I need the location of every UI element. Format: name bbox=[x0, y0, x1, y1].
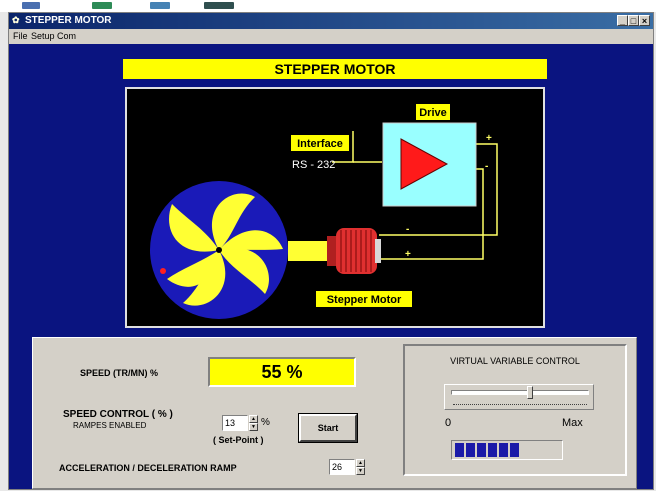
setpoint-down-button[interactable]: ▼ bbox=[249, 423, 258, 431]
setpoint-input[interactable]: 13 bbox=[222, 415, 248, 431]
maximize-button[interactable]: □ bbox=[628, 15, 639, 26]
motor-label: Stepper Motor bbox=[327, 294, 402, 306]
motor-diagram-svg: Drive Interface RS - 232 Stepper Motor +… bbox=[150, 104, 498, 319]
speed-progress-bar bbox=[451, 440, 563, 460]
progress-segment bbox=[477, 443, 486, 457]
rs232-label: RS - 232 bbox=[292, 159, 335, 171]
fan-wheel bbox=[150, 181, 288, 319]
motor-minus-label: - bbox=[406, 224, 409, 235]
start-button[interactable]: Start bbox=[298, 413, 358, 443]
desktop-icon bbox=[204, 2, 234, 9]
progress-segment bbox=[466, 443, 475, 457]
title-bar[interactable]: ✿ STEPPER MOTOR _ □ × bbox=[9, 13, 653, 29]
slider-min-label: 0 bbox=[445, 417, 452, 429]
desktop-icon bbox=[150, 2, 170, 9]
slider-ticks bbox=[453, 404, 587, 407]
menu-setup-com[interactable]: Setup Com bbox=[31, 31, 76, 41]
drive-minus-label: - bbox=[485, 161, 488, 172]
motor-shaft bbox=[288, 241, 332, 261]
speed-label: SPEED (TR/MN) % bbox=[80, 368, 159, 378]
setpoint-spinner[interactable]: ▲ ▼ bbox=[249, 415, 258, 431]
motor-plus-label: + bbox=[405, 249, 411, 260]
menu-file[interactable]: File bbox=[13, 31, 28, 41]
app-icon: ✿ bbox=[12, 15, 20, 25]
progress-segment bbox=[510, 443, 519, 457]
client-area: STEPPER MOTOR Drive Interface RS - 232 S… bbox=[9, 44, 653, 489]
speed-control-label: SPEED CONTROL ( % ) bbox=[63, 409, 173, 420]
drive-label: Drive bbox=[419, 107, 447, 119]
setpoint-caption: ( Set-Point ) bbox=[213, 435, 264, 445]
ramp-down-button[interactable]: ▼ bbox=[356, 467, 365, 475]
virtual-control-title: VIRTUAL VARIABLE CONTROL bbox=[450, 356, 580, 366]
speed-display: 55 % bbox=[208, 357, 356, 387]
virtual-variable-control: VIRTUAL VARIABLE CONTROL 0 Max bbox=[403, 344, 627, 476]
interface-label: Interface bbox=[297, 138, 343, 150]
motor-diagram: Drive Interface RS - 232 Stepper Motor +… bbox=[125, 87, 545, 328]
minimize-button[interactable]: _ bbox=[617, 15, 628, 26]
slider-thumb[interactable] bbox=[526, 386, 533, 399]
menu-bar: File Setup Com bbox=[9, 30, 653, 43]
ramp-input[interactable]: 26 bbox=[329, 459, 355, 475]
setpoint-unit: % bbox=[261, 417, 270, 428]
window-title: STEPPER MOTOR bbox=[25, 15, 112, 26]
app-window: ✿ STEPPER MOTOR _ □ × File Setup Com STE… bbox=[8, 12, 654, 490]
slider-track bbox=[451, 390, 589, 395]
slider-max-label: Max bbox=[562, 417, 583, 429]
speed-slider[interactable] bbox=[444, 384, 594, 410]
close-button[interactable]: × bbox=[639, 15, 650, 26]
page-title: STEPPER MOTOR bbox=[123, 59, 547, 79]
progress-segment bbox=[499, 443, 508, 457]
desktop-icon bbox=[92, 2, 112, 9]
control-panel: SPEED (TR/MN) % 55 % SPEED CONTROL ( % )… bbox=[32, 337, 637, 489]
stepper-motor-icon bbox=[327, 228, 381, 274]
rampes-label: RAMPES ENABLED bbox=[73, 421, 147, 430]
ramp-up-button[interactable]: ▲ bbox=[356, 459, 365, 467]
desktop-taskbar-strip bbox=[0, 0, 656, 12]
desktop-icon bbox=[22, 2, 40, 9]
progress-segment bbox=[488, 443, 497, 457]
progress-segment bbox=[455, 443, 464, 457]
ramp-spinner[interactable]: ▲ ▼ bbox=[356, 459, 365, 475]
drive-plus-label: + bbox=[486, 133, 492, 144]
setpoint-up-button[interactable]: ▲ bbox=[249, 415, 258, 423]
ramp-label: ACCELERATION / DECELERATION RAMP bbox=[59, 463, 237, 473]
